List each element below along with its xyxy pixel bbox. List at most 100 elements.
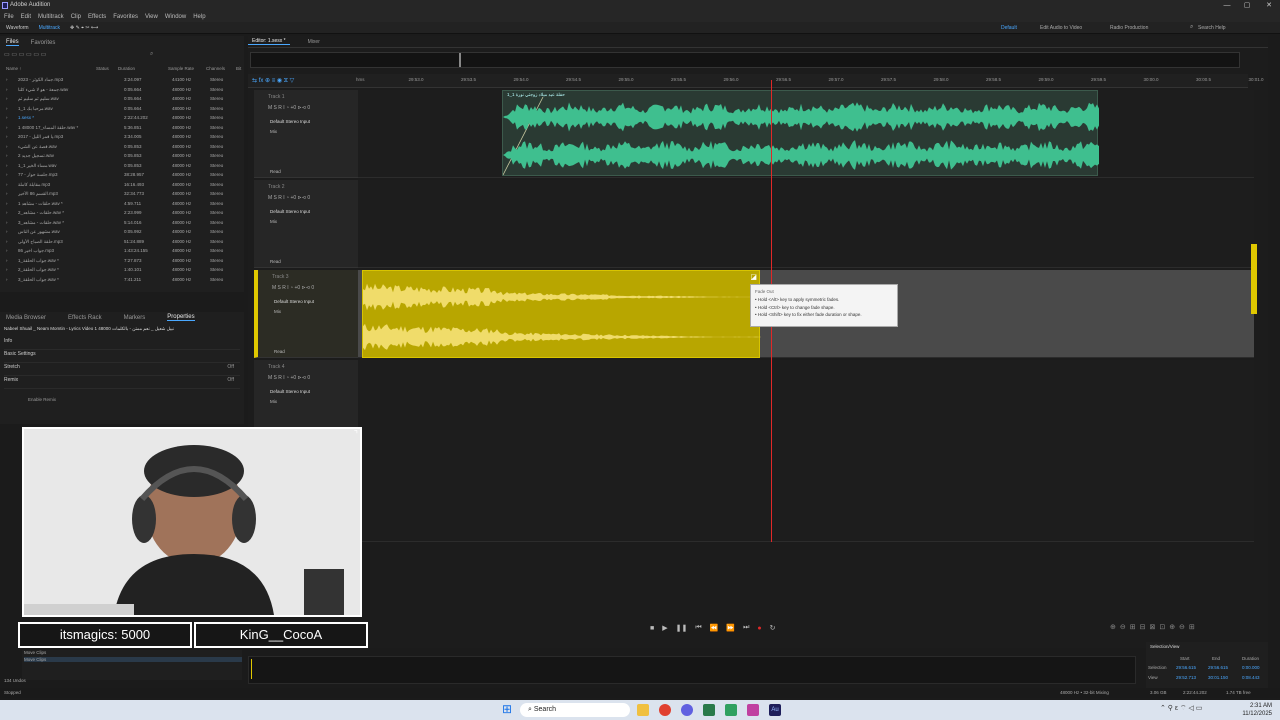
menu-multitrack[interactable]: Multitrack [38,14,64,20]
file-row[interactable]: 2017 - يا قمر الليل.mp3 3:34.005 48000 Hz S… [4,133,242,143]
file-row[interactable]: مرحبا بك 1_1.wav 0:05.664 48000 Hz Stereo › [4,105,242,115]
go-to-start-button[interactable]: ⏮ [695,624,701,632]
loop-button[interactable]: ↻ [770,624,776,632]
track-2-name[interactable]: Track 2 [268,184,284,190]
expand-icon[interactable]: › [6,191,8,196]
file-row[interactable]: 2_جواب الحلقة.wav * 1:40.101 48000 Hz Stere… [4,266,242,276]
file-row[interactable]: قصة عن الشيء.wav 0:05.853 48000 Hz Stereo › [4,143,242,153]
expand-icon[interactable]: › [6,267,8,272]
sv-selection-start[interactable]: 29:56.615 [1176,665,1196,670]
obs-icon[interactable] [747,704,759,716]
file-row[interactable]: 3_جواب الحلقة.wav * 7:41.211 48000 Hz Stere… [4,276,242,286]
ruler-tool-icons[interactable]: ⇆ fx ⊕ ≡ ◉ ⧖ ▽ [252,77,294,85]
col-sample-rate[interactable]: Sample Rate [168,66,194,71]
menu-edit[interactable]: Edit [21,14,31,20]
col-duration[interactable]: Duration [118,66,135,71]
tab-mixer[interactable]: Mixer [308,39,320,45]
menu-favorites[interactable]: Favorites [113,14,138,20]
tab-effects-rack[interactable]: Effects Rack [68,315,102,321]
track-4-mix[interactable]: Mix [270,399,277,404]
menu-help[interactable]: Help [193,14,205,20]
section-remix[interactable]: Remix Off [4,377,240,389]
app-icon[interactable] [725,704,737,716]
track-1-clip[interactable]: حفلة عيد ميلاد زوجتي نورة 1_1 [502,90,1099,176]
section-basic-settings[interactable]: Basic Settings [4,351,240,363]
section-info[interactable]: Info [4,338,240,350]
file-row[interactable]: حلقة الصباح الأولى.mp3 51:24.889 48000 Hz S… [4,238,242,248]
multitrack-view-button[interactable]: Multitrack [39,25,60,31]
track-4-name[interactable]: Track 4 [268,364,284,370]
stop-button[interactable]: ■ [650,625,654,632]
timeline-ruler[interactable]: ⇆ fx ⊕ ≡ ◉ ⧖ ▽ hms 29:53.0 29:53.5 29:54.0 2… [248,74,1264,88]
file-row[interactable]: 1_جواب الحلقة.wav * 7:27.873 48000 Hz Stere… [4,257,242,267]
track-3-name[interactable]: Track 3 [272,274,288,280]
expand-icon[interactable]: › [6,182,8,187]
file-row[interactable]: 1.sesx * 2:22:44.202 48000 Hz Stereo › [4,114,242,124]
zoom-controls-icons[interactable]: ⊕⊖⊞⊟⊠⊡⊕⊖⊞ [1110,623,1199,631]
enable-remix-button[interactable]: Enable Remix [28,397,56,402]
discord-icon[interactable] [681,704,693,716]
col-bit[interactable]: Bit [236,66,241,71]
track-2-input[interactable]: Default Stereo Input [270,209,310,214]
track-3-mix[interactable]: Mix [274,309,281,314]
track-2-lane[interactable] [358,180,1254,268]
sv-selection-end[interactable]: 29:56.615 [1208,665,1228,670]
expand-icon[interactable]: › [6,134,8,139]
col-channels[interactable]: Channels [206,66,225,71]
file-row[interactable]: 1 48000 17_حلقة المساء.wav * 5:36.851 4800… [4,124,242,134]
track-3-mode[interactable]: Read [274,349,285,354]
file-row[interactable]: 77 - جلسة حوار.mp3 38:28.957 48000 Hz Stere… [4,171,242,181]
track-4-lane[interactable] [358,360,1254,542]
tray-icons[interactable]: ⌃ ⚲ ε ⌔ ◁ ▭ [1160,704,1202,713]
expand-icon[interactable]: › [6,277,8,282]
file-row[interactable]: تسجيل جديد 2.wav 0:05.853 48000 Hz Stereo › [4,152,242,162]
track-2-controls[interactable]: M S R I ◔ +0 ⊳⊲ 0 [268,195,310,201]
minimize-button[interactable]: — [1222,1,1232,11]
track-3-clip[interactable]: ◪ [362,270,761,358]
expand-icon[interactable]: › [6,106,8,111]
col-status[interactable]: Status [96,66,109,71]
play-button[interactable]: ▶ [662,624,667,632]
chrome-icon[interactable] [659,704,671,716]
expand-icon[interactable]: › [6,153,8,158]
expand-icon[interactable]: › [6,210,8,215]
history-item-2[interactable]: Move Clips [24,657,242,662]
menu-window[interactable]: Window [165,14,186,20]
file-row[interactable]: 2_حلقات - مشاهد.wav * 2:23.999 48000 Hz Ste… [4,209,242,219]
expand-icon[interactable]: › [6,144,8,149]
history-item-1[interactable]: Move Clips [24,650,242,655]
sv-view-duration[interactable]: 0:08.443 [1242,675,1260,680]
menu-effects[interactable]: Effects [88,14,106,20]
vertical-scrollbar[interactable] [1251,244,1257,314]
file-row[interactable]: مشهور عن الناس.wav 0:05.992 48000 Hz Stereo… [4,228,242,238]
overview-viewport[interactable] [251,53,461,67]
expand-icon[interactable]: › [6,115,8,120]
tab-media-browser[interactable]: Media Browser [6,315,46,321]
record-button[interactable]: ● [757,625,761,632]
menu-file[interactable]: File [4,14,14,20]
workspace-default[interactable]: Default [1001,25,1017,31]
file-row[interactable]: 86 جواب أخير.mp3 1:43:24.155 48000 Hz Stere… [4,247,242,257]
file-row[interactable]: 1_1 مساء الخير.wav 0:05.853 48000 Hz Stereo… [4,162,242,172]
rewind-button[interactable]: ⏪ [710,624,719,632]
expand-icon[interactable]: › [6,172,8,177]
file-row[interactable]: مقابلة كاملة.mp3 16:16.493 48000 Hz Stereo › [4,181,242,191]
tool-icons[interactable]: ✥ ✎ ⌖ ✂ ⟷ [70,25,98,31]
file-toolbar-icons[interactable]: ▭ ▭ ▭ ▭ ▭ ▭ [4,52,46,58]
tab-editor[interactable]: Editor: 1.sesx * [248,38,290,45]
file-row[interactable]: جمعة - هو لا شيء كلنا.wav 0:05.664 48000 H… [4,86,242,96]
waveform-view-button[interactable]: Waveform [6,25,29,31]
expand-icon[interactable]: › [6,125,8,130]
fade-out-handle-icon[interactable]: ◪ [750,273,757,281]
expand-icon[interactable]: › [6,77,8,82]
close-button[interactable]: ✕ [1264,1,1274,11]
expand-icon[interactable]: › [6,258,8,263]
tab-markers[interactable]: Markers [124,315,146,321]
workspace-radio-production[interactable]: Radio Production [1110,25,1148,31]
pause-button[interactable]: ❚❚ [676,624,688,632]
track-1-input[interactable]: Default Stereo Input [270,119,310,124]
audition-taskbar-icon[interactable]: Au [769,704,781,716]
track-1-mode[interactable]: Read [270,169,281,174]
search-help-input[interactable]: Search Help [1198,25,1226,31]
expand-icon[interactable]: › [6,87,8,92]
